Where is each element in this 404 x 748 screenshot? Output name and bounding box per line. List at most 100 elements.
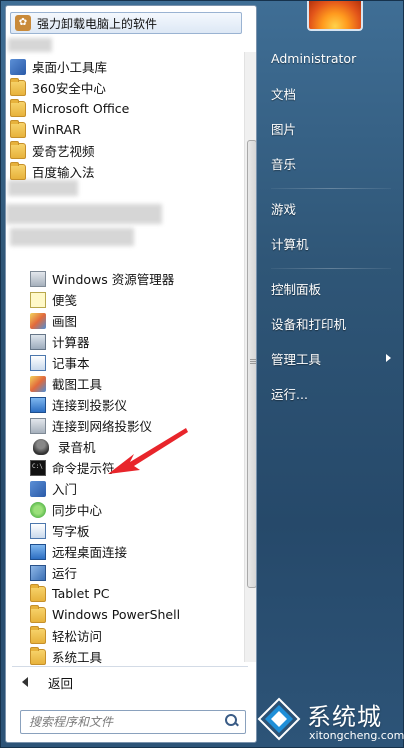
places-pane: Administrator 文档 图片 音乐 游戏 计算机 控制面板 设备和打印… [261, 45, 401, 406]
accessory-item-label: 截图工具 [52, 377, 103, 392]
scrollbar-thumb[interactable] [247, 140, 256, 588]
accessory-item-projector[interactable]: 连接到投影仪 [6, 394, 242, 415]
program-item-label: Microsoft Office [32, 101, 130, 116]
folder-icon [10, 77, 26, 96]
divider [271, 268, 391, 269]
right-item-label: 控制面板 [271, 281, 322, 297]
accessory-item-sticky-notes[interactable]: 便笺 [6, 289, 242, 310]
program-item-label: 360安全中心 [32, 81, 106, 96]
folder-icon [10, 140, 26, 159]
pinned-program-uninstaller[interactable]: ✿ 强力卸载电脑上的软件 [10, 12, 242, 34]
program-list-scrollbar[interactable] [244, 52, 256, 662]
scrollbar-grip-icon [250, 359, 256, 360]
program-item-winrar[interactable]: WinRAR [6, 119, 242, 140]
right-item-label: 计算机 [271, 236, 309, 252]
right-item-computer[interactable]: 计算机 [261, 230, 401, 256]
notepad-icon [30, 354, 46, 371]
accessory-item-label: 连接到投影仪 [52, 398, 128, 413]
calculator-icon [30, 333, 46, 350]
projector-icon [30, 396, 46, 413]
program-item-label: 桌面小工具库 [32, 60, 108, 75]
accessory-item-label: Windows PowerShell [52, 607, 181, 622]
right-item-label: 设备和打印机 [271, 316, 347, 332]
accessory-item-explorer[interactable]: Windows 资源管理器 [6, 268, 242, 289]
watermark-url: xitongcheng.com [309, 729, 404, 742]
accessory-item-label: Windows 资源管理器 [52, 272, 175, 287]
accessory-item-wordpad[interactable]: 写字板 [6, 520, 242, 541]
accessory-item-label: 同步中心 [52, 503, 103, 518]
remote-desktop-icon [30, 543, 46, 560]
right-item-documents[interactable]: 文档 [261, 80, 401, 106]
right-item-admin-tools[interactable]: 管理工具 [261, 345, 401, 371]
search-box[interactable] [20, 710, 246, 734]
accessory-item-label: 入门 [52, 482, 78, 497]
program-item-label: WinRAR [32, 122, 81, 137]
right-item-pictures[interactable]: 图片 [261, 115, 401, 141]
accessory-folder-tablet-pc[interactable]: Tablet PC [6, 583, 242, 604]
program-item-360[interactable]: 360安全中心 [6, 77, 242, 98]
accessory-item-label: 画图 [52, 314, 78, 329]
divider [271, 188, 391, 189]
program-list: 桌面小工具库 360安全中心 Microsoft Office WinRAR 爱… [6, 52, 242, 667]
search-icon[interactable] [223, 713, 241, 731]
accessory-folder-ease-of-access[interactable]: 轻松访问 [6, 625, 242, 646]
program-item-baidu-ime[interactable]: 百度输入法 [6, 161, 242, 182]
accessory-item-paint[interactable]: 画图 [6, 310, 242, 331]
right-item-control-panel[interactable]: 控制面板 [261, 275, 401, 301]
folder-icon [30, 646, 46, 665]
user-avatar[interactable] [307, 1, 363, 31]
right-item-music[interactable]: 音乐 [261, 150, 401, 176]
right-item-label: 管理工具 [271, 351, 322, 367]
right-item-run[interactable]: 运行... [261, 380, 401, 406]
sticky-notes-icon [30, 291, 46, 308]
folder-icon [30, 625, 46, 644]
accessory-folder-system-tools[interactable]: 系统工具 [6, 646, 242, 667]
watermark-logo-icon [257, 697, 301, 741]
accessory-item-label: 录音机 [58, 440, 96, 455]
program-item-office[interactable]: Microsoft Office [6, 98, 242, 119]
gadgets-icon [10, 58, 26, 75]
accessory-item-calculator[interactable]: 计算器 [6, 331, 242, 352]
accessory-item-remote-desktop[interactable]: 远程桌面连接 [6, 541, 242, 562]
program-item-gadgets[interactable]: 桌面小工具库 [6, 56, 242, 77]
accessory-item-label: 系统工具 [52, 650, 103, 665]
right-item-label: Administrator [271, 50, 357, 66]
accessory-item-run[interactable]: 运行 [6, 562, 242, 583]
network-projector-icon [30, 417, 46, 434]
program-item-label: 爱奇艺视频 [32, 144, 95, 159]
wordpad-icon [30, 522, 46, 539]
programs-pane: ✿ 强力卸载电脑上的软件 桌面小工具库 360安全中心 Microsoft Of… [5, 5, 257, 743]
accessory-item-sync-center[interactable]: 同步中心 [6, 499, 242, 520]
accessory-item-snipping-tool[interactable]: 截图工具 [6, 373, 242, 394]
program-item-iqiyi[interactable]: 爱奇艺视频 [6, 140, 242, 161]
accessory-item-notepad[interactable]: 记事本 [6, 352, 242, 373]
back-button[interactable]: 返回 [12, 672, 73, 692]
run-icon [30, 564, 46, 581]
divider [12, 666, 248, 667]
accessory-item-label: 远程桌面连接 [52, 545, 128, 560]
accessory-folder-powershell[interactable]: Windows PowerShell [6, 604, 242, 625]
folder-icon [10, 161, 26, 180]
pinned-program-label: 强力卸载电脑上的软件 [37, 16, 158, 31]
search-input[interactable] [21, 712, 223, 732]
blurred-region [8, 38, 52, 52]
right-item-devices-printers[interactable]: 设备和打印机 [261, 310, 401, 336]
right-item-user[interactable]: Administrator [261, 45, 401, 71]
right-item-label: 图片 [271, 121, 297, 137]
right-item-label: 运行... [271, 386, 308, 402]
right-item-games[interactable]: 游戏 [261, 195, 401, 221]
command-prompt-icon [30, 459, 46, 476]
accessory-item-getting-started[interactable]: 入门 [6, 478, 242, 499]
accessory-item-label: 计算器 [52, 335, 90, 350]
explorer-icon [30, 270, 46, 287]
paint-icon [30, 312, 46, 329]
folder-icon [30, 604, 46, 623]
right-item-label: 音乐 [271, 156, 297, 172]
back-arrow-icon [22, 677, 28, 687]
right-item-label: 文档 [271, 86, 297, 102]
submenu-arrow-icon [386, 354, 391, 362]
accessory-item-label: 轻松访问 [52, 629, 103, 644]
folder-icon [10, 119, 26, 138]
annotation-arrow-icon [108, 428, 188, 474]
masked-rows [6, 182, 242, 268]
